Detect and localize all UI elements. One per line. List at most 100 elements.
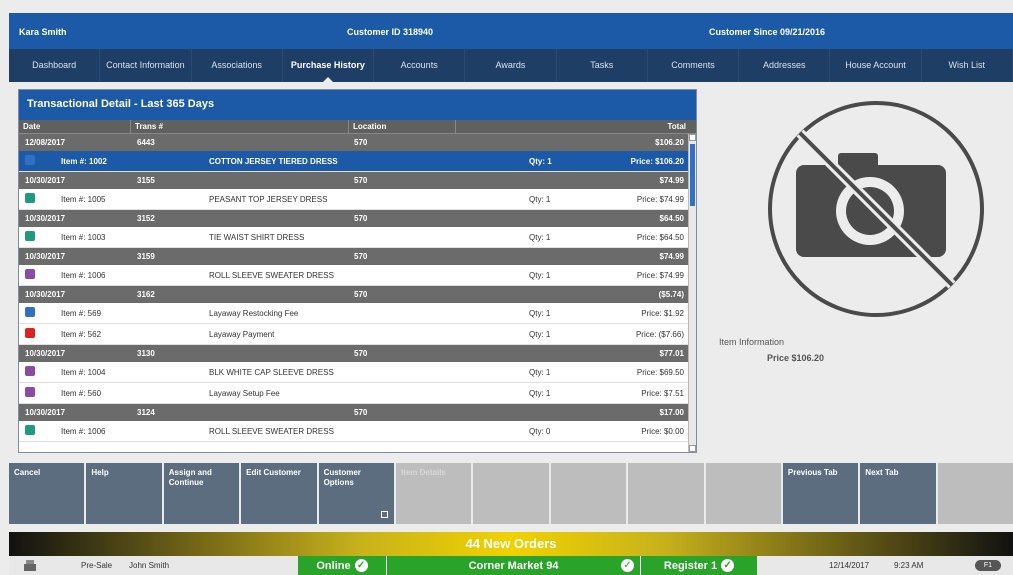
transaction-number: 6443 [137, 138, 155, 147]
customer-id: Customer ID 318940 [347, 27, 434, 37]
tab-house-account[interactable]: House Account [830, 49, 922, 82]
next-tab-button[interactable]: Next Tab [860, 463, 938, 524]
item-qty: Qty: 0 [529, 426, 551, 436]
transaction-location: 570 [354, 290, 368, 299]
item-name: Layaway Setup Fee [209, 388, 280, 398]
tab-associations[interactable]: Associations [192, 49, 283, 82]
customer-name: Kara Smith [19, 27, 67, 37]
check-icon: ✓ [354, 559, 368, 572]
item-price-cell: Price: ($7.66) [635, 329, 684, 339]
item-qty: Qty: 1 [529, 367, 551, 377]
transaction-number: 3130 [137, 349, 155, 358]
col-location[interactable]: Location [349, 120, 456, 133]
item-type-icon [25, 155, 35, 165]
tab-tasks[interactable]: Tasks [557, 49, 648, 82]
previous-tab-button[interactable]: Previous Tab [782, 463, 861, 524]
tab-wish-list[interactable]: Wish List [922, 49, 1013, 82]
cancel-button[interactable]: Cancel [9, 463, 87, 524]
function-key-badge[interactable]: F1 [975, 560, 1001, 571]
new-orders-banner[interactable]: 44 New Orders [9, 532, 1013, 556]
col-trans[interactable]: Trans # [131, 120, 349, 133]
customer-header: Kara Smith Customer ID 318940 Customer S… [9, 13, 1013, 49]
transaction-total: ($5.74) [658, 290, 684, 299]
transaction-location: 570 [354, 252, 368, 261]
scroll-thumb[interactable] [690, 144, 695, 206]
item-name: PEASANT TOP JERSEY DRESS [209, 194, 328, 204]
customer-options-label: Customer Options [323, 468, 361, 487]
scrollbar[interactable] [688, 134, 696, 452]
tab-contact-information[interactable]: Contact Information [100, 49, 192, 82]
item-row[interactable]: Item #: 562 Layaway Payment Qty: 1 Price: (… [19, 324, 690, 345]
scroll-up-arrow[interactable] [689, 134, 696, 141]
assign-and-continue-button[interactable]: Assign and Continue [163, 463, 242, 524]
store-label: Corner Market 94 [468, 559, 559, 572]
register-icon[interactable] [23, 560, 37, 571]
customer-since: Customer Since 09/21/2016 [709, 27, 826, 37]
customer-tabs: Dashboard Contact Information Associatio… [9, 49, 1013, 83]
transaction-total: $74.99 [659, 176, 684, 185]
transaction-number: 3152 [137, 214, 155, 223]
transaction-date: 10/30/2017 [25, 252, 66, 261]
transaction-row[interactable]: 10/30/2017 3159 570 $74.99 [19, 248, 690, 265]
empty-function-button[interactable] [628, 463, 706, 524]
item-number: Item #: 1002 [61, 156, 107, 166]
transaction-row[interactable]: 10/30/2017 3162 570 ($5.74) [19, 286, 690, 303]
item-row[interactable]: Item #: 1006 ROLL SLEEVE SWEATER DRESS Qty… [19, 421, 690, 442]
tab-accounts[interactable]: Accounts [374, 49, 466, 82]
item-number: Item #: 562 [61, 329, 102, 339]
transaction-row[interactable]: 10/30/2017 3130 570 $77.01 [19, 345, 690, 362]
col-date[interactable]: Date [19, 120, 131, 133]
empty-function-button[interactable] [550, 463, 629, 524]
transaction-number: 3124 [137, 408, 155, 417]
status-date: 12/14/2017 [829, 561, 870, 570]
panel-title: Transactional Detail - Last 365 Days [19, 90, 696, 120]
transaction-total: $64.50 [659, 214, 684, 223]
empty-function-button[interactable] [705, 463, 783, 524]
item-name: ROLL SLEEVE SWEATER DRESS [209, 426, 334, 436]
item-qty: Qty: 1 [529, 232, 551, 242]
tab-dashboard[interactable]: Dashboard [9, 49, 101, 82]
tab-comments[interactable]: Comments [648, 49, 740, 82]
function-bar: Cancel Help Assign and Continue Edit Cus… [9, 463, 1013, 524]
edit-customer-button[interactable]: Edit Customer [241, 463, 319, 524]
item-row[interactable]: Item #: 1003 TIE WAIST SHIRT DRESS Qty: 1 P… [19, 227, 690, 248]
sale-mode: Pre-Sale [81, 561, 113, 570]
item-details-button[interactable]: Item Details [395, 463, 474, 524]
transaction-row[interactable]: 12/08/2017 6443 570 $106.20 [19, 134, 690, 151]
item-number: Item #: 560 [61, 388, 102, 398]
transaction-date: 12/08/2017 [25, 138, 66, 147]
options-expand-icon [380, 511, 388, 518]
item-price-cell: Price: $69.50 [636, 367, 684, 377]
item-qty: Qty: 1 [529, 270, 551, 280]
tab-purchase-history[interactable]: Purchase History [283, 49, 375, 83]
transaction-total: $17.00 [659, 408, 684, 417]
customer-options-button[interactable]: Customer Options [318, 463, 396, 524]
item-number: Item #: 1005 [61, 194, 106, 204]
col-total[interactable]: Total [456, 120, 690, 133]
transaction-date: 10/30/2017 [25, 408, 66, 417]
item-row[interactable]: Item #: 1005 PEASANT TOP JERSEY DRESS Qty:… [19, 189, 690, 210]
transaction-row[interactable]: 10/30/2017 3124 570 $17.00 [19, 404, 690, 421]
help-button[interactable]: Help [86, 463, 164, 524]
transaction-number: 3162 [137, 290, 155, 299]
tab-awards[interactable]: Awards [465, 49, 557, 82]
transaction-row[interactable]: 10/30/2017 3155 570 $74.99 [19, 172, 690, 189]
item-row[interactable]: Item #: 1006 ROLL SLEEVE SWEATER DRESS Qty… [19, 265, 690, 286]
table-header: Date Trans # Location Total [19, 120, 696, 134]
item-number: Item #: 1003 [61, 232, 106, 242]
empty-function-button[interactable] [473, 463, 551, 524]
item-row[interactable]: Item #: 1002 COTTON JERSEY TIERED DRESS Qt… [19, 151, 690, 172]
transaction-number: 3155 [137, 176, 155, 185]
transaction-row[interactable]: 10/30/2017 3152 570 $64.50 [19, 210, 690, 227]
item-number: Item #: 1006 [61, 270, 106, 280]
tab-addresses[interactable]: Addresses [739, 49, 831, 82]
item-price: Price $106.20 [767, 353, 825, 363]
empty-function-button[interactable] [937, 463, 1013, 524]
item-row[interactable]: Item #: 1004 BLK WHITE CAP SLEEVE DRESS Qt… [19, 362, 690, 383]
item-row[interactable]: Item #: 569 Layaway Restocking Fee Qty: 1 P… [19, 303, 690, 324]
item-price-cell: Price: $106.20 [630, 156, 684, 166]
scroll-down-arrow[interactable] [689, 445, 696, 452]
item-row[interactable]: Item #: 560 Layaway Setup Fee Qty: 1 Price:… [19, 383, 690, 404]
online-status: Online ✓ [298, 556, 386, 575]
item-type-icon [25, 366, 35, 376]
